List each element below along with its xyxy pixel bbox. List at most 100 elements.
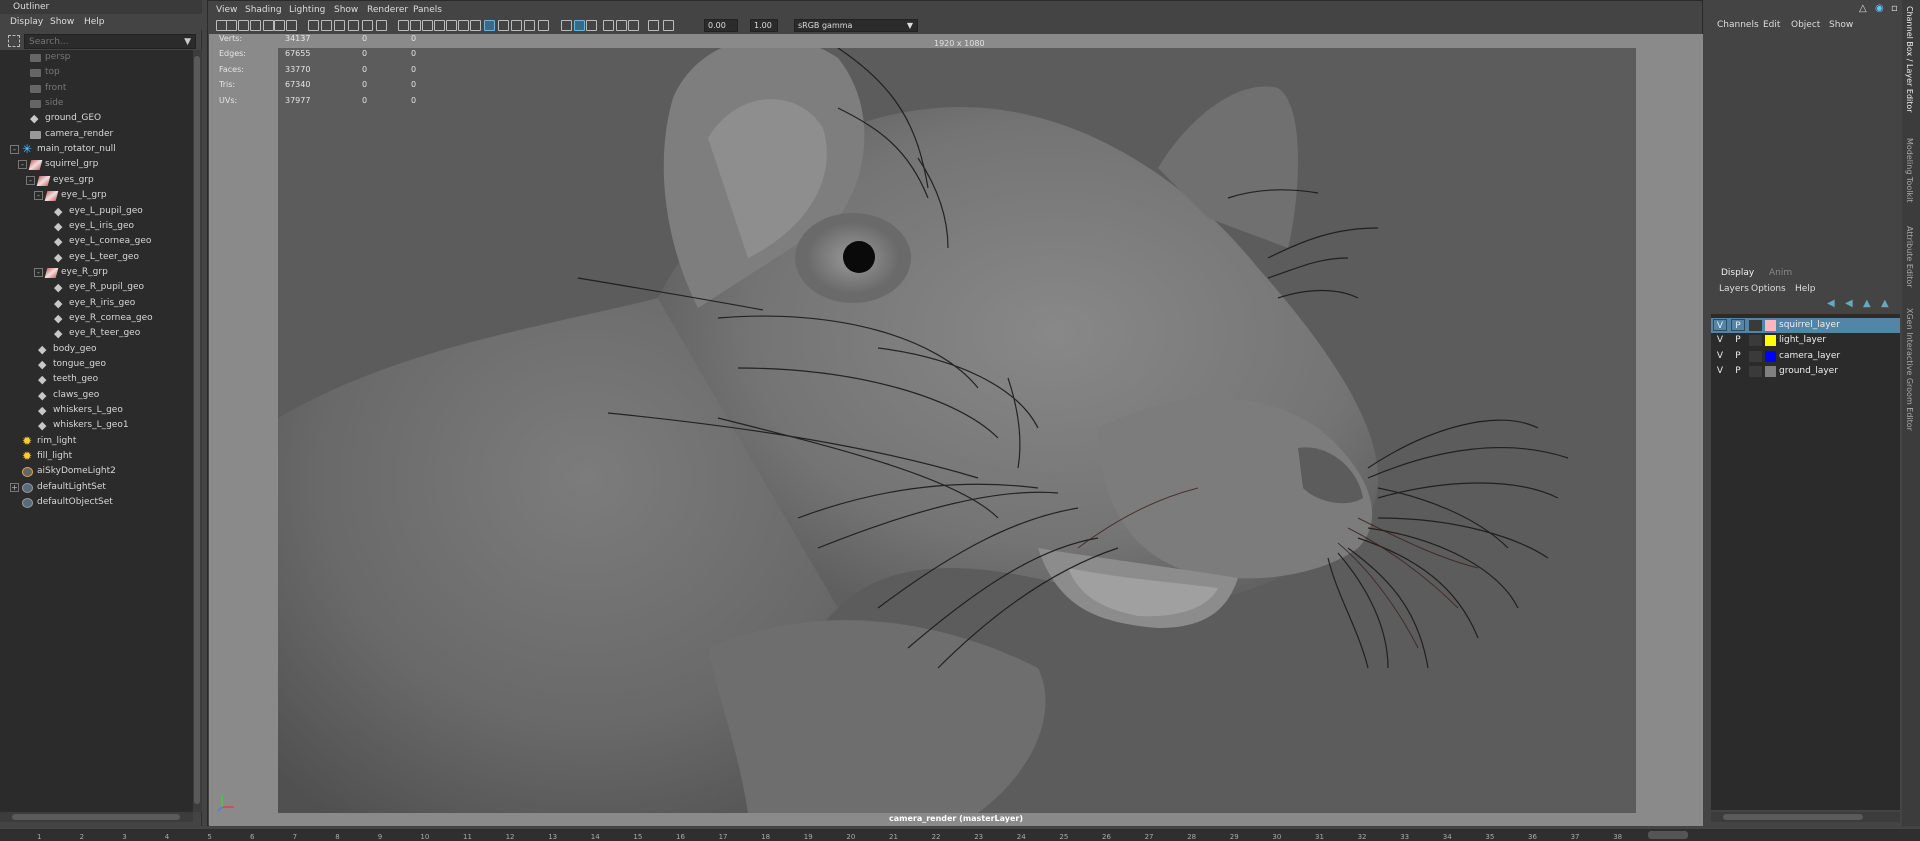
layer-editor-scrollbar[interactable] [1711,812,1900,822]
layer-row[interactable]: V Plight_layer [1711,333,1900,348]
layer-display-type-toggle[interactable] [1749,335,1762,347]
outliner-item-front[interactable]: front [0,81,193,96]
textured-icon[interactable] [410,20,421,31]
outliner-item-side[interactable]: side [0,96,193,111]
outliner-item-eye-l-cornea-geo[interactable]: ◆ eye_L_cornea_geo [0,234,193,249]
layer-color-swatch[interactable] [1765,335,1776,347]
chevron-down-icon[interactable]: ▼ [184,37,191,47]
layer-visibility-toggle[interactable]: V [1713,350,1727,362]
tab-display[interactable]: Display [1721,268,1754,278]
outliner-item-defaultobjectset[interactable]: defaultObjectSet [0,495,193,510]
gamma-field[interactable]: 1.00 [750,19,778,32]
motion-blur-icon[interactable] [458,20,469,31]
smooth-shade-icon[interactable] [376,20,387,31]
camera-icon[interactable] [586,20,597,31]
layer-playback-toggle[interactable]: P [1731,365,1745,377]
outliner-item-whiskers-l-geo1[interactable]: ◆ whiskers_L_geo1 [0,418,193,433]
viewport-3d[interactable]: 1920 x 1080 Verts: 34137 0 0 Edges: 6765… [209,34,1703,826]
viewport-menu-show[interactable]: Show [334,5,358,15]
shading-icon[interactable] [574,20,585,31]
collapse-icon[interactable]: - [10,145,19,155]
wireframe-icon[interactable] [362,20,373,31]
view-transform-icon[interactable] [628,20,639,31]
outliner-item-eye-l-teer-geo[interactable]: ◆ eye_L_teer_geo [0,250,193,265]
backface-icon[interactable] [561,20,572,31]
layer-visibility-toggle[interactable]: V [1713,334,1727,346]
tab-anim[interactable]: Anim [1769,268,1792,278]
color-space-dropdown[interactable]: sRGB gamma ▼ [794,19,918,32]
layer-display-type-toggle[interactable] [1749,366,1762,378]
layer-playback-toggle[interactable]: P [1731,350,1745,362]
outliner-item-claws-geo[interactable]: ◆ claws_geo [0,388,193,403]
gamma-icon[interactable] [616,20,627,31]
viewport-menu-renderer[interactable]: Renderer [367,5,408,15]
outliner-item-eye-r-grp[interactable]: - eye_R_grp [0,265,193,280]
side-tab-channel-box[interactable]: Channel Box / Layer Editor [1905,6,1914,113]
outliner-item-eye-r-teer-geo[interactable]: ◆ eye_R_teer_geo [0,326,193,341]
time-slider[interactable]: 1 2 3 4 5 6 7 8 9 10 11 12 13 14 15 16 17 18 19 20 21 22 23 24 2… [0,829,1920,841]
outliner-item-tongue-geo[interactable]: ◆ tongue_geo [0,357,193,372]
outliner-item-eye-l-pupil-geo[interactable]: ◆ eye_L_pupil_geo [0,204,193,219]
layer-menu-help[interactable]: Help [1795,284,1816,294]
new-layer-selected-icon[interactable]: ▲ [1881,298,1889,309]
collapse-icon[interactable]: - [26,175,35,185]
outliner-search-input[interactable] [29,36,179,48]
safe-title-icon[interactable] [348,20,359,31]
ambient-occlusion-icon[interactable] [446,20,457,31]
bookmark-icon[interactable] [238,20,249,31]
move-layer-up-icon[interactable]: ◀ [1827,298,1835,309]
outliner-menu-display[interactable]: Display [10,17,43,27]
pin-icon[interactable]: △ [1859,3,1867,14]
layer-playback-toggle[interactable]: P [1731,319,1745,331]
outliner-item-persp[interactable]: persp [0,50,193,65]
exposure-icon[interactable] [603,20,614,31]
viewport-menu-shading[interactable]: Shading [245,5,282,15]
resolution-gate-icon[interactable] [286,20,297,31]
layer-menu-options[interactable]: Options [1751,284,1786,294]
render-icon[interactable] [663,20,674,31]
channel-box-menu-show[interactable]: Show [1829,20,1853,30]
default-material-icon[interactable] [398,20,409,31]
outliner-item-main-rotator-null[interactable]: - ✳ main_rotator_null [0,142,193,157]
depth-of-field-icon[interactable] [484,20,495,31]
toggle-panel-icon[interactable]: ▫ [1891,3,1898,14]
outliner-item-eye-r-cornea-geo[interactable]: ◆ eye_R_cornea_geo [0,311,193,326]
collapse-icon[interactable]: - [34,267,43,277]
chevron-down-icon[interactable]: ▼ [907,20,913,31]
layer-menu-layers[interactable]: Layers [1719,284,1749,294]
side-tab-xgen[interactable]: XGen Interactive Groom Editor [1905,308,1914,431]
exposure-field[interactable]: 0.00 [704,19,738,32]
outliner-item-camera-render[interactable]: camera_render [0,127,193,142]
outliner-item-body-geo[interactable]: ◆ body_geo [0,342,193,357]
new-layer-icon[interactable]: ▲ [1863,298,1871,309]
viewport-menu-view[interactable]: View [216,5,237,15]
outliner-item-teeth-geo[interactable]: ◆ teeth_geo [0,372,193,387]
outliner-menu-show[interactable]: Show [50,17,74,27]
collapse-icon[interactable]: - [34,191,43,201]
gate-mask-icon[interactable] [308,20,319,31]
collapse-icon[interactable]: - [18,160,27,170]
outliner-item-eye-r-iris-geo[interactable]: ◆ eye_R_iris_geo [0,296,193,311]
safe-action-icon[interactable] [334,20,345,31]
anti-aliasing-icon[interactable] [470,20,481,31]
xray-active-icon[interactable] [538,20,549,31]
outliner-item-whiskers-l-geo[interactable]: ◆ whiskers_L_geo [0,403,193,418]
outliner-item-aiskydomelight2[interactable]: aiSkyDomeLight2 [0,464,193,479]
outliner-item-rim-light[interactable]: ✹ rim_light [0,434,193,449]
outliner-item-squirrel-grp[interactable]: - squirrel_grp [0,157,193,172]
outliner-search-box[interactable]: ▼ [24,34,196,49]
side-tab-modeling-toolkit[interactable]: Modeling Toolkit [1905,138,1914,202]
layer-color-swatch[interactable] [1765,320,1776,331]
shadows-icon[interactable] [434,20,445,31]
outliner-item-eye-l-iris-geo[interactable]: ◆ eye_L_iris_geo [0,219,193,234]
film-gate-icon[interactable] [274,20,285,31]
field-chart-icon[interactable] [321,20,332,31]
layer-visibility-toggle[interactable]: V [1713,319,1727,331]
viewport-menu-lighting[interactable]: Lighting [289,5,325,15]
outliner-item-eye-r-pupil-geo[interactable]: ◆ eye_R_pupil_geo [0,280,193,295]
outliner-item-fill-light[interactable]: ✹ fill_light [0,449,193,464]
side-tab-attribute-editor[interactable]: Attribute Editor [1905,226,1914,288]
layer-playback-toggle[interactable]: P [1731,334,1745,346]
target-icon[interactable]: ◉ [1875,3,1884,14]
channel-box-menu-object[interactable]: Object [1791,20,1820,30]
